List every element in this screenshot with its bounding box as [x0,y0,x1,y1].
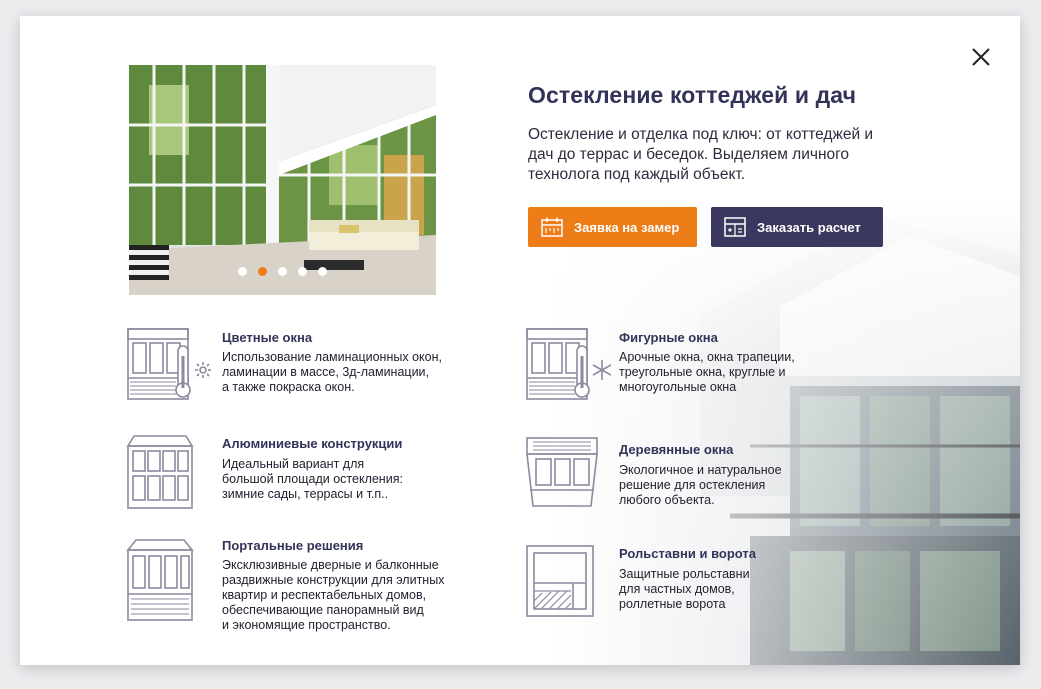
slider-dot-2[interactable] [258,267,267,276]
slider-dot-3[interactable] [278,267,287,276]
feature-text-line: а также покраска окон. [222,380,355,394]
interior-photo [129,65,436,295]
feature-text-line: большой площади остекления: [222,472,403,486]
calculator-icon [724,217,746,237]
feature-title: Алюминиевые конструкции [222,436,403,451]
feature-title: Фигурные окна [619,330,718,345]
feature-text: Идеальный вариант для большой площади ос… [222,457,403,502]
window-thermometer-snow-icon [526,328,611,400]
order-calculation-button[interactable]: Заказать расчет [711,207,883,247]
feature-text: Использование ламинационных окон, ламина… [222,350,442,395]
window-thermometer-sun-icon [127,328,211,400]
feature-text-line: ламинации в массе, 3д-ламинации, [222,365,430,379]
feature-text: Защитные рольставни для частных домов, р… [619,567,750,612]
photo-slider[interactable] [129,65,436,295]
feature-text-line: и экономящие пространство. [222,618,391,632]
feature-text-line: Эксклюзивные дверные и балконные [222,558,439,572]
feature-text-line: обеспечивающие панорамный вид [222,603,424,617]
slider-pagination [129,267,436,276]
slider-dot-1[interactable] [238,267,247,276]
order-calculation-label: Заказать расчет [757,219,861,235]
feature-text-line: квартир и респектабельных домов, [222,588,427,602]
measure-request-label: Заявка на замер [574,219,680,235]
feature-text-line: Арочные окна, окна трапеции, [619,350,795,364]
close-icon[interactable] [970,46,992,68]
feature-text: Арочные окна, окна трапеции, треугольные… [619,350,795,395]
feature-text-line: Экологичное и натуральное [619,463,782,477]
feature-text: Экологичное и натуральное решение для ос… [619,463,782,508]
modal-dialog: Остекление коттеджей и дач Остекление и … [20,16,1020,665]
slider-dot-5[interactable] [318,267,327,276]
feature-text-line: раздвижные конструкции для элитных [222,573,445,587]
aluminum-frame-icon [126,435,194,509]
feature-text-line: зимние сады, террасы и т.п.. [222,487,389,501]
roller-shutter-icon [526,545,594,617]
wooden-window-icon [526,437,598,507]
feature-text: Эксклюзивные дверные и балконные раздвиж… [222,558,444,633]
feature-text-line: любого объекта. [619,493,715,507]
page-title: Остекление коттеджей и дач [528,82,857,108]
page-description: Остекление и отделка под ключ: от коттед… [528,126,874,183]
portal-door-icon [126,539,194,621]
feature-text-line: треугольные окна, круглые и [619,365,786,379]
feature-text-line: Защитные рольставни [619,567,750,581]
feature-text-line: для частных домов, [619,582,735,596]
feature-title: Портальные решения [222,538,364,553]
calendar-ruler-icon [541,217,563,237]
measure-request-button[interactable]: Заявка на замер [528,207,697,247]
feature-text-line: Идеальный вариант для [222,457,365,471]
slider-dot-4[interactable] [298,267,307,276]
feature-text-line: роллетные ворота [619,597,726,611]
feature-text-line: решение для остекления [619,478,766,492]
feature-title: Деревянные окна [619,442,734,457]
feature-text-line: Использование ламинационных окон, [222,350,442,364]
feature-title: Рольставни и ворота [619,546,757,561]
feature-text-line: многоугольные окна [619,380,737,394]
feature-title: Цветные окна [222,330,313,345]
